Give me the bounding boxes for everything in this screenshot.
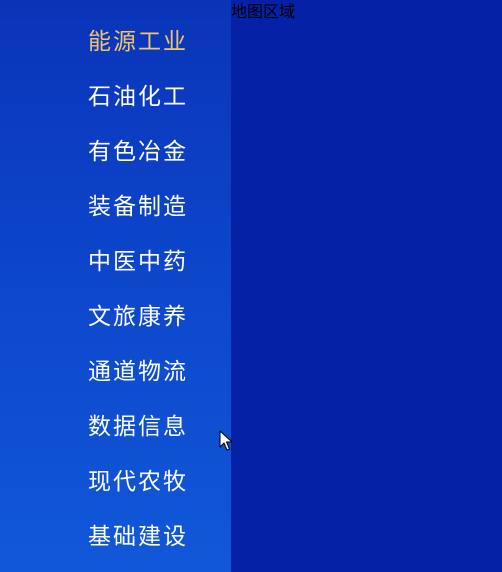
nav-item-logistics[interactable]: 通道物流: [0, 341, 231, 396]
nav-item-traditional-medicine[interactable]: 中医中药: [0, 231, 231, 286]
map-area[interactable]: 地图区域: [231, 0, 502, 572]
map-area-label: 地图区域: [231, 2, 296, 21]
nav-item-infrastructure[interactable]: 基础建设: [0, 506, 231, 561]
nav-item-culture-tourism[interactable]: 文旅康养: [0, 286, 231, 341]
nav-item-equipment-manufacturing[interactable]: 装备制造: [0, 176, 231, 231]
industry-sidebar: 能源工业 石油化工 有色冶金 装备制造 中医中药 文旅康养 通道物流 数据信息 …: [0, 0, 231, 572]
nav-item-petrochemical[interactable]: 石油化工: [0, 66, 231, 121]
nav-item-energy-industry[interactable]: 能源工业: [0, 11, 231, 66]
mouse-pointer-icon: [219, 430, 233, 451]
nav-item-data-information[interactable]: 数据信息: [0, 396, 231, 451]
industry-nav-list: 能源工业 石油化工 有色冶金 装备制造 中医中药 文旅康养 通道物流 数据信息 …: [0, 11, 231, 561]
nav-item-modern-agriculture[interactable]: 现代农牧: [0, 451, 231, 506]
nav-item-nonferrous-metallurgy[interactable]: 有色冶金: [0, 121, 231, 176]
